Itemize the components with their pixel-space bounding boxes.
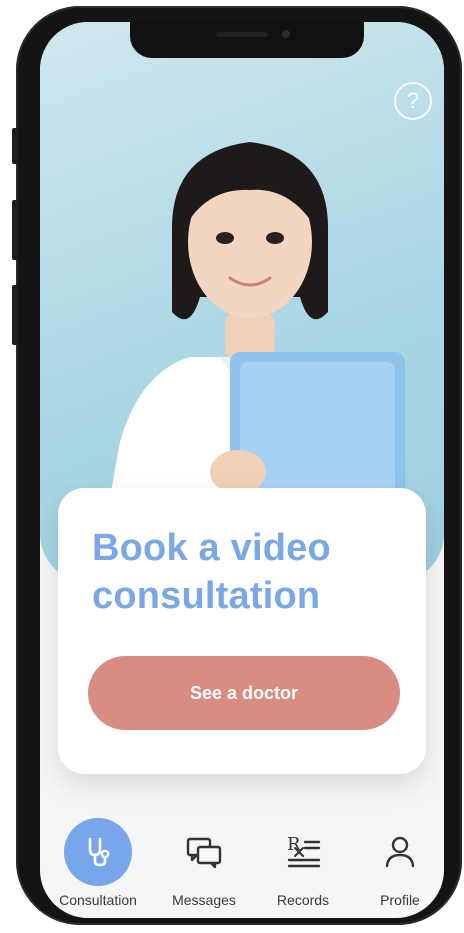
consultation-card: Book a video consultation See a doctor — [58, 488, 426, 774]
tab-records[interactable]: R Records — [255, 818, 351, 914]
earpiece-speaker — [216, 32, 268, 37]
stethoscope-icon — [64, 818, 132, 886]
tab-label-records: Records — [276, 892, 330, 908]
volume-down-button — [12, 285, 18, 345]
front-camera — [282, 30, 290, 38]
tab-label-profile: Profile — [380, 892, 420, 908]
help-icon[interactable]: ? — [394, 82, 432, 120]
volume-up-button — [12, 200, 18, 260]
tab-profile[interactable]: Profile — [352, 818, 444, 914]
tab-label-consultation: Consultation — [59, 892, 137, 908]
see-a-doctor-button[interactable]: See a doctor — [88, 656, 400, 730]
tab-messages[interactable]: Messages — [156, 818, 252, 914]
prescription-icon: R — [269, 818, 337, 886]
user-icon — [366, 818, 434, 886]
device-notch — [130, 22, 364, 58]
app-screen: ? Book a video consultation See a doctor… — [40, 22, 444, 918]
bottom-tab-bar: Consultation Messages R Records Profile — [40, 810, 444, 918]
mute-switch — [12, 128, 18, 164]
tab-label-messages: Messages — [172, 892, 236, 908]
nurse-image — [100, 142, 405, 552]
tab-consultation[interactable]: Consultation — [50, 818, 146, 914]
chat-bubbles-icon — [170, 818, 238, 886]
card-title: Book a video consultation — [92, 527, 331, 617]
